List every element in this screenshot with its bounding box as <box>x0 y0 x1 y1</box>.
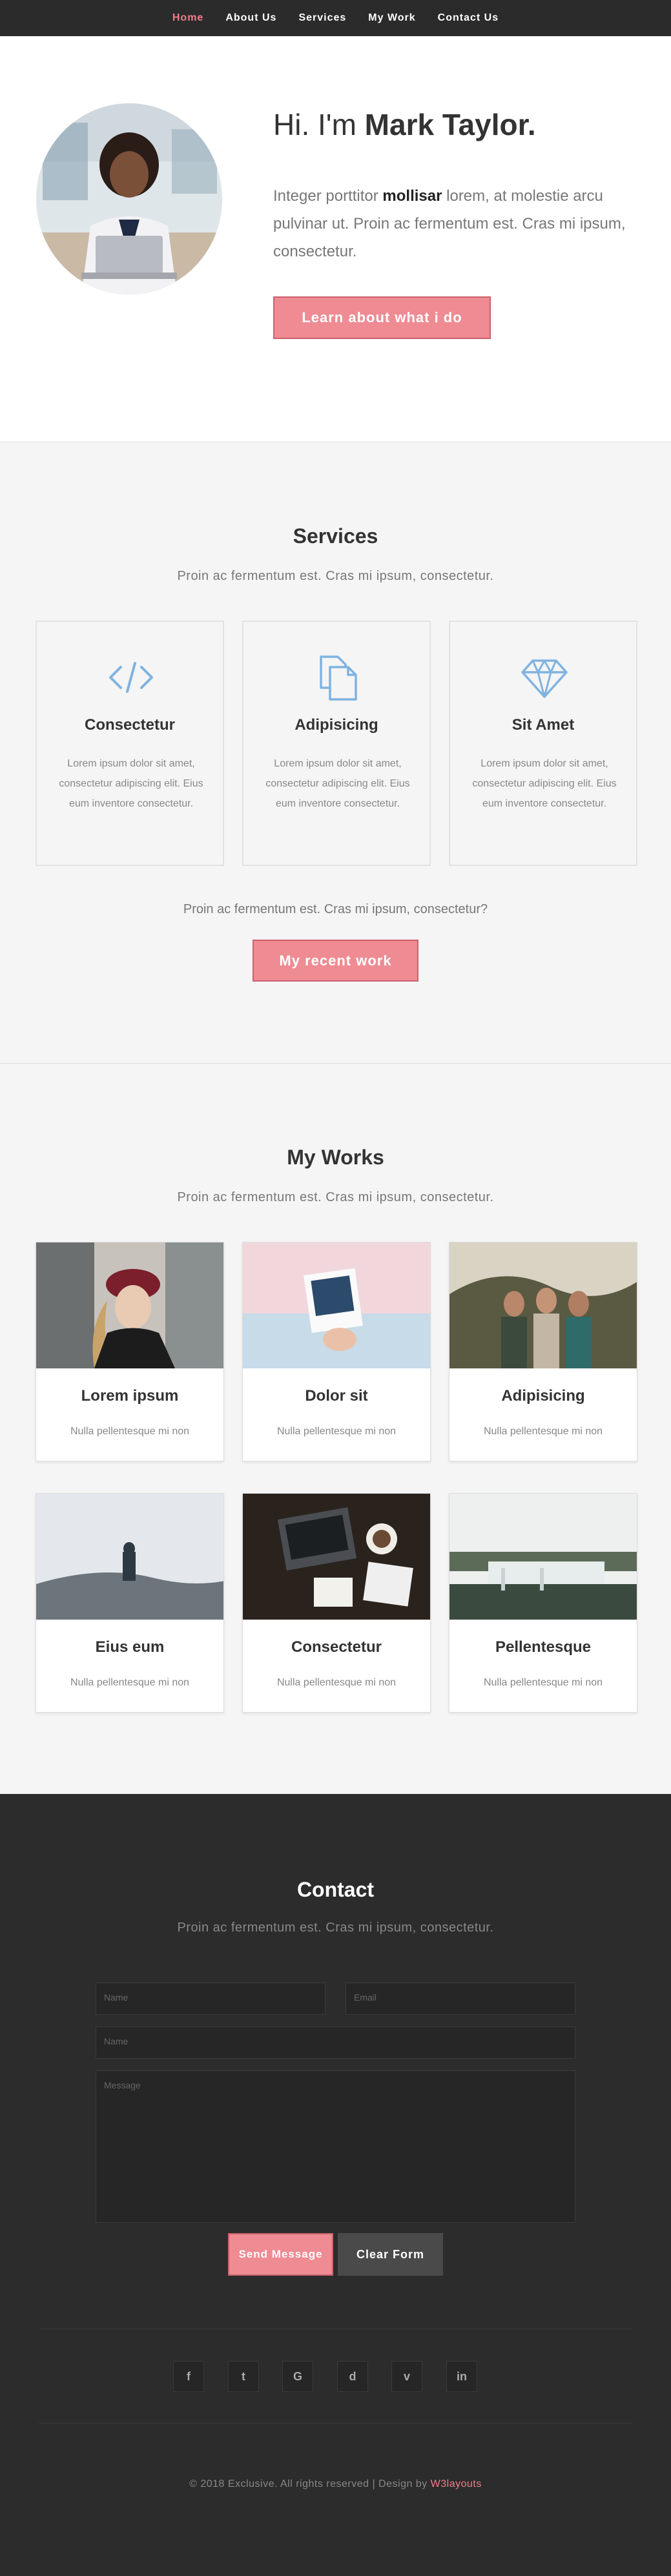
services-cta-text: Proin ac fermentum est. Cras mi ipsum, c… <box>183 902 488 916</box>
service-text: Lorem ipsum dolor sit amet, consectetur … <box>265 758 410 809</box>
hero-intro-start: Integer porttitor <box>273 187 383 205</box>
hero-greeting: Hi. I'm <box>273 108 365 141</box>
service-card: Consectetur Lorem ipsum dolor sit amet, … <box>36 621 224 866</box>
works-subtitle: Proin ac fermentum est. Cras mi ipsum, c… <box>177 1190 494 1204</box>
work-card[interactable]: Eius eum Nulla pellentesque mi non <box>36 1493 224 1713</box>
nav-home[interactable]: Home <box>161 12 214 24</box>
twitter-icon[interactable]: t <box>228 2361 259 2392</box>
work-image <box>243 1494 430 1620</box>
contact-subtitle: Proin ac fermentum est. Cras mi ipsum, c… <box>177 1921 494 1935</box>
email-field[interactable]: Email <box>346 1983 575 2015</box>
nav-about-us[interactable]: About Us <box>214 12 287 24</box>
work-card[interactable]: Pellentesque Nulla pellentesque mi non <box>449 1493 637 1713</box>
learn-more-button[interactable]: Learn about what i do <box>273 296 491 339</box>
service-card: Adipisicing Lorem ipsum dolor sit amet, … <box>242 621 431 866</box>
service-title: Sit Amet <box>511 716 575 734</box>
hero-intro-bold: mollisar <box>382 187 442 205</box>
services-section: Services Proin ac fermentum est. Cras mi… <box>0 442 671 1063</box>
work-subtitle: Nulla pellentesque mi non <box>276 1677 397 1688</box>
hero-intro: Integer porttitor mollisar lorem, at mol… <box>273 182 641 265</box>
service-text: Lorem ipsum dolor sit amet, consectetur … <box>472 758 617 809</box>
copyright-text: © 2018 Exclusive. All rights reserved | … <box>189 2478 431 2489</box>
vimeo-icon[interactable]: v <box>391 2361 422 2392</box>
name-field[interactable]: Name <box>96 1983 325 2015</box>
services-subtitle: Proin ac fermentum est. Cras mi ipsum, c… <box>177 569 494 583</box>
top-navigation: Home About Us Services My Work Contact U… <box>0 0 671 36</box>
work-title: Pellentesque <box>495 1638 592 1656</box>
work-title: Dolor sit <box>305 1387 368 1405</box>
work-image <box>449 1494 637 1620</box>
work-card[interactable]: Consectetur Nulla pellentesque mi non <box>242 1493 431 1713</box>
hero-heading: Hi. I'm Mark Taylor. <box>273 107 536 142</box>
nav-contact-us[interactable]: Contact Us <box>427 12 510 24</box>
nav-services[interactable]: Services <box>287 12 357 24</box>
works-section: My Works Proin ac fermentum est. Cras mi… <box>0 1063 671 1794</box>
send-message-button[interactable]: Send Message <box>228 2233 333 2276</box>
work-card[interactable]: Lorem ipsum Nulla pellentesque mi non <box>36 1242 224 1461</box>
work-title: Consectetur <box>291 1638 382 1656</box>
designer-link[interactable]: W3layouts <box>431 2478 482 2489</box>
services-title: Services <box>293 524 378 548</box>
code-icon <box>109 662 153 693</box>
service-card: Sit Amet Lorem ipsum dolor sit amet, con… <box>449 621 637 866</box>
work-subtitle: Nulla pellentesque mi non <box>276 1426 397 1437</box>
google-icon[interactable]: G <box>282 2361 313 2392</box>
diamond-icon <box>521 659 568 698</box>
dribbble-icon[interactable]: d <box>337 2361 368 2392</box>
work-subtitle: Nulla pellentesque mi non <box>483 1677 603 1688</box>
work-subtitle: Nulla pellentesque mi non <box>483 1426 603 1437</box>
nav-my-work[interactable]: My Work <box>357 12 426 24</box>
work-card[interactable]: Dolor sit Nulla pellentesque mi non <box>242 1242 431 1461</box>
facebook-icon[interactable]: f <box>173 2361 204 2392</box>
work-image <box>449 1242 637 1368</box>
work-card[interactable]: Adipisicing Nulla pellentesque mi non <box>449 1242 637 1461</box>
contact-title: Contact <box>296 1878 375 1901</box>
linkedin-icon[interactable]: in <box>446 2361 477 2392</box>
work-image <box>36 1494 223 1620</box>
recent-work-button[interactable]: My recent work <box>253 940 418 982</box>
work-subtitle: Nulla pellentesque mi non <box>70 1426 190 1437</box>
divider <box>39 2423 632 2424</box>
footer-copyright: © 2018 Exclusive. All rights reserved | … <box>0 2478 671 2490</box>
service-title: Consectetur <box>84 716 176 734</box>
hero-section: Hi. I'm Mark Taylor. Integer porttitor m… <box>0 36 671 442</box>
works-title: My Works <box>287 1146 384 1169</box>
profile-photo <box>36 103 222 294</box>
copy-icon <box>320 655 357 701</box>
work-title: Adipisicing <box>501 1387 585 1405</box>
work-image <box>243 1242 430 1368</box>
service-text: Lorem ipsum dolor sit amet, consectetur … <box>59 758 203 809</box>
work-image <box>36 1242 223 1368</box>
work-subtitle: Nulla pellentesque mi non <box>70 1677 190 1688</box>
contact-section: Contact Proin ac fermentum est. Cras mi … <box>0 1794 671 2576</box>
hero-name: Mark Taylor. <box>364 108 536 141</box>
message-field[interactable]: Message <box>96 2070 575 2223</box>
work-title: Eius eum <box>95 1638 165 1656</box>
work-title: Lorem ipsum <box>81 1387 179 1405</box>
clear-form-button[interactable]: Clear Form <box>338 2233 443 2276</box>
service-title: Adipisicing <box>294 716 378 734</box>
subject-field[interactable]: Name <box>96 2026 575 2059</box>
